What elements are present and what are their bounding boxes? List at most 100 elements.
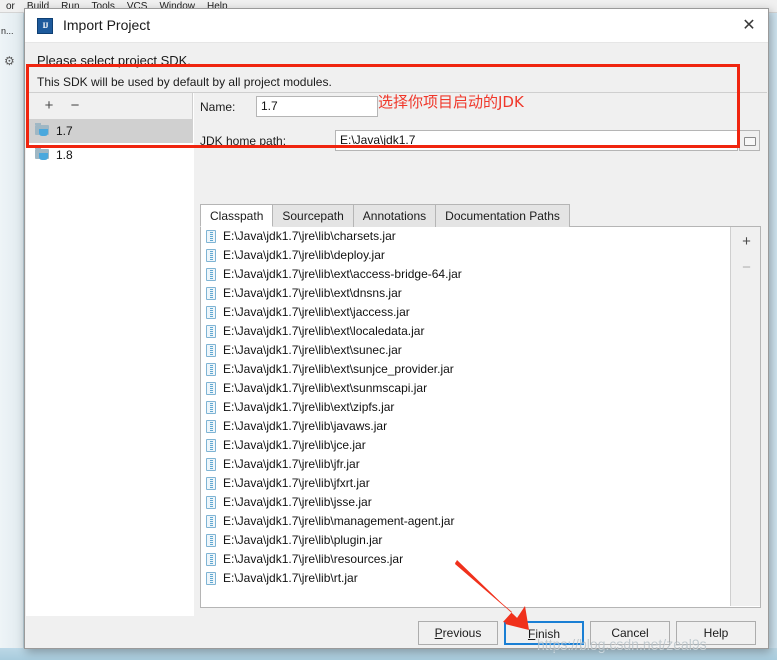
dialog-subheading: This SDK will be used by default by all … bbox=[37, 75, 332, 89]
close-icon[interactable]: ✕ bbox=[736, 14, 762, 38]
sdk-toolbar: + − bbox=[26, 93, 193, 119]
annotation-note-text: 选择你项目启动的JDK bbox=[378, 93, 524, 111]
classpath-list-item[interactable]: E:\Java\jdk1.7\jre\lib\jfxrt.jar bbox=[201, 474, 731, 493]
dialog-body: Please select project SDK. This SDK will… bbox=[25, 43, 768, 648]
name-label: Name: bbox=[200, 100, 236, 114]
sdk-list[interactable]: 1.7 1.8 bbox=[26, 119, 193, 617]
jar-file-icon bbox=[206, 439, 216, 452]
remove-classpath-button: − bbox=[742, 259, 751, 276]
classpath-list-item-label: E:\Java\jdk1.7\jre\lib\ext\jaccess.jar bbox=[223, 305, 410, 319]
background-tool-window-button[interactable]: n... bbox=[0, 18, 24, 48]
background-tool-window-strip bbox=[0, 13, 24, 660]
jar-file-icon bbox=[206, 420, 216, 433]
sdk-list-pane: + − 1.7 1.8 bbox=[26, 93, 193, 617]
classpath-list-item-label: E:\Java\jdk1.7\jre\lib\ext\sunec.jar bbox=[223, 343, 402, 357]
background-tool-window-label: n... bbox=[1, 26, 14, 36]
classpath-list-item-label: E:\Java\jdk1.7\jre\lib\charsets.jar bbox=[223, 229, 396, 243]
classpath-list-item-label: E:\Java\jdk1.7\jre\lib\jfr.jar bbox=[223, 457, 360, 471]
classpath-list-item-label: E:\Java\jdk1.7\jre\lib\rt.jar bbox=[223, 571, 358, 585]
classpath-list-item-label: E:\Java\jdk1.7\jre\lib\ext\localedata.ja… bbox=[223, 324, 425, 338]
jar-file-icon bbox=[206, 344, 216, 357]
sdk-tabs: Classpath Sourcepath Annotations Documen… bbox=[200, 204, 761, 227]
classpath-list-item[interactable]: E:\Java\jdk1.7\jre\lib\jce.jar bbox=[201, 436, 731, 455]
jdk-home-path-label: JDK home path: bbox=[200, 134, 287, 148]
classpath-list-item[interactable]: E:\Java\jdk1.7\jre\lib\management-agent.… bbox=[201, 512, 731, 531]
classpath-list-item[interactable]: E:\Java\jdk1.7\jre\lib\jfr.jar bbox=[201, 455, 731, 474]
jdk-folder-icon bbox=[35, 147, 50, 161]
sdk-list-item-1-7[interactable]: 1.7 bbox=[26, 119, 193, 143]
jar-file-icon bbox=[206, 306, 216, 319]
dialog-title: Import Project bbox=[63, 17, 151, 33]
classpath-list-item-label: E:\Java\jdk1.7\jre\lib\ext\zipfs.jar bbox=[223, 400, 395, 414]
dialog-content: + − 1.7 1.8 Name: 1.7 JDK home path: E:\… bbox=[26, 92, 767, 617]
classpath-list-item-label: E:\Java\jdk1.7\jre\lib\jce.jar bbox=[223, 438, 366, 452]
tab-sourcepath[interactable]: Sourcepath bbox=[272, 204, 354, 227]
previous-button-mnemonic: P bbox=[434, 626, 443, 640]
jdk-home-path-input[interactable]: E:\Java\jdk1.7 bbox=[335, 130, 738, 151]
jar-file-icon bbox=[206, 515, 216, 528]
classpath-list[interactable]: E:\Java\jdk1.7\jre\lib\charsets.jar E:\Ja… bbox=[201, 227, 731, 606]
classpath-list-item[interactable]: E:\Java\jdk1.7\jre\lib\deploy.jar bbox=[201, 246, 731, 265]
classpath-list-item-label: E:\Java\jdk1.7\jre\lib\plugin.jar bbox=[223, 533, 383, 547]
folder-browse-icon[interactable] bbox=[739, 130, 760, 151]
previous-button-label: revious bbox=[442, 626, 482, 640]
classpath-list-item[interactable]: E:\Java\jdk1.7\jre\lib\ext\zipfs.jar bbox=[201, 398, 731, 417]
classpath-list-item[interactable]: E:\Java\jdk1.7\jre\lib\plugin.jar bbox=[201, 531, 731, 550]
tab-annotations[interactable]: Annotations bbox=[352, 204, 437, 227]
classpath-list-item[interactable]: E:\Java\jdk1.7\jre\lib\ext\sunec.jar bbox=[201, 341, 731, 360]
add-sdk-button[interactable]: + bbox=[40, 97, 58, 115]
dialog-title-bar: IJ Import Project ✕ bbox=[25, 9, 768, 43]
jar-file-icon bbox=[206, 496, 216, 509]
classpath-list-item[interactable]: E:\Java\jdk1.7\jre\lib\ext\access-bridge… bbox=[201, 265, 731, 284]
intellij-idea-icon: IJ bbox=[37, 18, 53, 34]
classpath-list-item-label: E:\Java\jdk1.7\jre\lib\resources.jar bbox=[223, 552, 404, 566]
classpath-list-item-label: E:\Java\jdk1.7\jre\lib\ext\dnsns.jar bbox=[223, 286, 402, 300]
jar-file-icon bbox=[206, 382, 216, 395]
classpath-list-item[interactable]: E:\Java\jdk1.7\jre\lib\rt.jar bbox=[201, 569, 731, 588]
classpath-list-item[interactable]: E:\Java\jdk1.7\jre\lib\jsse.jar bbox=[201, 493, 731, 512]
jar-file-icon bbox=[206, 230, 216, 243]
classpath-list-item[interactable]: E:\Java\jdk1.7\jre\lib\ext\dnsns.jar bbox=[201, 284, 731, 303]
classpath-list-item-label: E:\Java\jdk1.7\jre\lib\javaws.jar bbox=[223, 419, 388, 433]
tab-classpath[interactable]: Classpath bbox=[200, 204, 274, 227]
menu-item-or[interactable]: or bbox=[0, 0, 21, 12]
jar-file-icon bbox=[206, 325, 216, 338]
classpath-list-item-label: E:\Java\jdk1.7\jre\lib\jsse.jar bbox=[223, 495, 372, 509]
dialog-heading: Please select project SDK. bbox=[37, 53, 191, 68]
classpath-list-item[interactable]: E:\Java\jdk1.7\jre\lib\ext\jaccess.jar bbox=[201, 303, 731, 322]
gear-icon[interactable]: ⚙ bbox=[4, 55, 17, 68]
sdk-list-item-label: 1.7 bbox=[56, 124, 73, 138]
previous-button[interactable]: Previous bbox=[418, 621, 498, 645]
classpath-list-item-label: E:\Java\jdk1.7\jre\lib\ext\sunjce_provid… bbox=[223, 362, 454, 376]
name-input[interactable]: 1.7 bbox=[256, 96, 378, 117]
remove-sdk-button[interactable]: − bbox=[66, 97, 84, 115]
classpath-list-item-label: E:\Java\jdk1.7\jre\lib\ext\access-bridge… bbox=[223, 267, 462, 281]
classpath-list-item-label: E:\Java\jdk1.7\jre\lib\deploy.jar bbox=[223, 248, 385, 262]
jar-file-icon bbox=[206, 553, 216, 566]
classpath-list-item[interactable]: E:\Java\jdk1.7\jre\lib\charsets.jar bbox=[201, 227, 731, 246]
jar-file-icon bbox=[206, 572, 216, 585]
classpath-list-item-label: E:\Java\jdk1.7\jre\lib\ext\sunmscapi.jar bbox=[223, 381, 428, 395]
jar-file-icon bbox=[206, 268, 216, 281]
classpath-toolbar: + − bbox=[730, 227, 760, 606]
jar-file-icon bbox=[206, 458, 216, 471]
sdk-list-item-label: 1.8 bbox=[56, 148, 73, 162]
jar-file-icon bbox=[206, 534, 216, 547]
add-classpath-button[interactable]: + bbox=[738, 233, 755, 250]
classpath-list-item[interactable]: E:\Java\jdk1.7\jre\lib\javaws.jar bbox=[201, 417, 731, 436]
tab-documentation-paths[interactable]: Documentation Paths bbox=[435, 204, 570, 227]
classpath-list-item[interactable]: E:\Java\jdk1.7\jre\lib\ext\sunjce_provid… bbox=[201, 360, 731, 379]
sdk-list-item-1-8[interactable]: 1.8 bbox=[26, 143, 193, 167]
jar-file-icon bbox=[206, 249, 216, 262]
jar-file-icon bbox=[206, 401, 216, 414]
classpath-list-item-label: E:\Java\jdk1.7\jre\lib\jfxrt.jar bbox=[223, 476, 370, 490]
watermark: https://blog.csdn.net/zeal9s bbox=[537, 636, 707, 652]
jar-file-icon bbox=[206, 477, 216, 490]
jdk-folder-icon bbox=[35, 123, 50, 137]
classpath-list-item[interactable]: E:\Java\jdk1.7\jre\lib\ext\sunmscapi.jar bbox=[201, 379, 731, 398]
classpath-list-item[interactable]: E:\Java\jdk1.7\jre\lib\ext\localedata.ja… bbox=[201, 322, 731, 341]
sdk-detail-pane: Name: 1.7 JDK home path: E:\Java\jdk1.7 … bbox=[194, 93, 767, 617]
jar-file-icon bbox=[206, 287, 216, 300]
classpath-list-item[interactable]: E:\Java\jdk1.7\jre\lib\resources.jar bbox=[201, 550, 731, 569]
jar-file-icon bbox=[206, 363, 216, 376]
